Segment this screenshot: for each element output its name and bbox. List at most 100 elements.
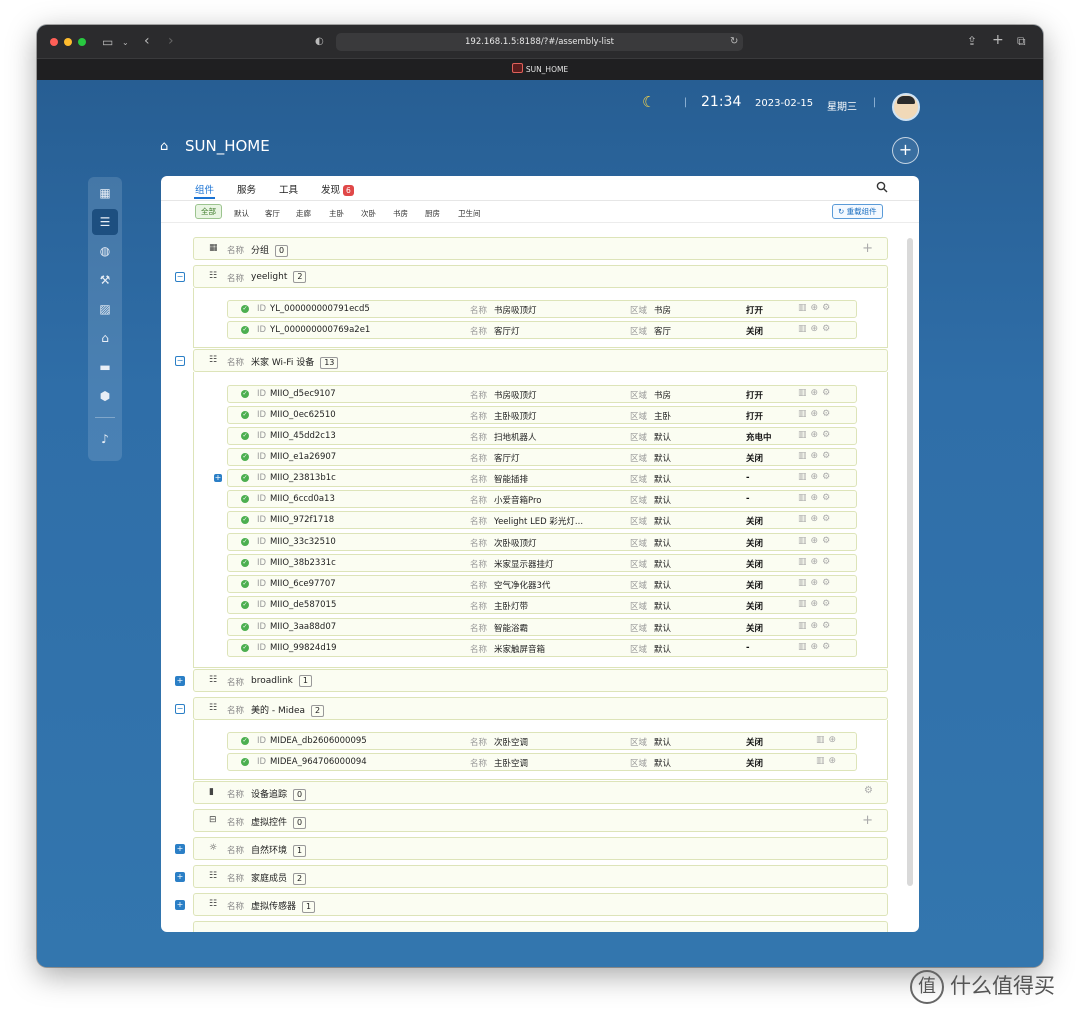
zoom-icon[interactable]: ⊕ bbox=[811, 324, 823, 334]
group-nature[interactable]: ☼ 名称 自然环境 1 bbox=[193, 837, 888, 860]
add-button[interactable]: + bbox=[892, 137, 919, 164]
delete-icon[interactable]: ▥ bbox=[798, 430, 811, 440]
device-row[interactable]: ✓ ID MIDEA_964706000094 名称 主卧空调 区域 默认 关闭 ▥⊕ bbox=[227, 753, 857, 771]
zoom-icon[interactable]: ⊕ bbox=[829, 735, 841, 745]
device-row[interactable]: ✓ ID MIIO_99824d19 名称 米家触屏音箱 区域 默认 - ▥⊕⚙ bbox=[227, 639, 857, 657]
delete-icon[interactable]: ▥ bbox=[816, 735, 829, 745]
privacy-shield-icon[interactable]: ◐ bbox=[315, 36, 324, 48]
settings-icon[interactable]: ⚙ bbox=[822, 451, 834, 461]
delete-icon[interactable]: ▥ bbox=[798, 536, 811, 546]
zoom-icon[interactable]: ⊕ bbox=[829, 756, 841, 766]
group-family-members[interactable]: ☷ 名称 家庭成员 2 bbox=[193, 865, 888, 888]
settings-icon[interactable]: ⚙ bbox=[822, 430, 834, 440]
device-row[interactable]: ✓ ID MIDEA_db2606000095 名称 次卧空调 区域 默认 关闭 ▥⊕ bbox=[227, 732, 857, 750]
device-row[interactable]: ✓ ID MIIO_33c32510 名称 次卧吸顶灯 区域 默认 关闭 ▥⊕⚙ bbox=[227, 533, 857, 551]
settings-icon[interactable]: ⚙ bbox=[822, 514, 834, 524]
delete-icon[interactable]: ▥ bbox=[798, 324, 811, 334]
share-icon[interactable]: ⇪ bbox=[967, 35, 977, 47]
group-device-tracker[interactable]: ▮ 名称 设备追踪 0 ⚙ bbox=[193, 781, 888, 804]
device-row[interactable]: ✓ ID MIIO_3aa88d07 名称 智能浴霸 区域 默认 关闭 ▥⊕⚙ bbox=[227, 618, 857, 636]
group-partial-row[interactable] bbox=[193, 921, 888, 932]
settings-icon[interactable]: ⚙ bbox=[822, 621, 834, 631]
close-window-button[interactable] bbox=[50, 38, 58, 46]
settings-icon[interactable]: ⚙ bbox=[822, 578, 834, 588]
dashboard-icon[interactable]: ▦ bbox=[92, 180, 118, 206]
device-row[interactable]: ✓ ID MIIO_e1a26907 名称 客厅灯 区域 默认 关闭 ▥⊕⚙ bbox=[227, 448, 857, 466]
settings-icon[interactable]: ⚙ bbox=[822, 493, 834, 503]
group-midea[interactable]: ☷ 名称 美的 - Midea 2 bbox=[193, 697, 888, 720]
night-mode-icon[interactable]: ☾ bbox=[642, 93, 655, 111]
expand-icon[interactable]: + bbox=[214, 474, 222, 482]
avatar[interactable] bbox=[892, 93, 920, 121]
settings-icon[interactable]: ⚙ bbox=[822, 472, 834, 482]
settings-icon[interactable]: ⚙ bbox=[822, 557, 834, 567]
delete-icon[interactable]: ▥ bbox=[798, 409, 811, 419]
minimize-window-button[interactable] bbox=[64, 38, 72, 46]
device-row[interactable]: ✓ ID MIIO_45dd2c13 名称 扫地机器人 区域 默认 充电中 ▥⊕⚙ bbox=[227, 427, 857, 445]
back-icon[interactable]: ‹ bbox=[144, 34, 150, 48]
zoom-icon[interactable]: ⊕ bbox=[811, 514, 823, 524]
zoom-icon[interactable]: ⊕ bbox=[811, 578, 823, 588]
delete-icon[interactable]: ▥ bbox=[798, 493, 811, 503]
zoom-icon[interactable]: ⊕ bbox=[811, 472, 823, 482]
zoom-window-button[interactable] bbox=[78, 38, 86, 46]
browser-tab[interactable]: SUN_HOME bbox=[37, 58, 1043, 81]
zoom-icon[interactable]: ⊕ bbox=[811, 409, 823, 419]
device-row[interactable]: ✓ ID MIIO_6ccd0a13 名称 小爱音箱Pro 区域 默认 - ▥⊕⚙ bbox=[227, 490, 857, 508]
collapse-icon[interactable]: − bbox=[175, 704, 185, 714]
hexagon-settings-icon[interactable]: ⬢ bbox=[92, 383, 118, 409]
device-row[interactable]: ✓ ID MIIO_d5ec9107 名称 书房吸顶灯 区域 书房 打开 ▥⊕⚙ bbox=[227, 385, 857, 403]
device-row[interactable]: ✓ ID MIIO_0ec62510 名称 主卧吸顶灯 区域 主卧 打开 ▥⊕⚙ bbox=[227, 406, 857, 424]
zoom-icon[interactable]: ⊕ bbox=[811, 642, 823, 652]
settings-icon[interactable]: ⚙ bbox=[822, 599, 834, 609]
assembly-list-icon[interactable]: ☰ bbox=[92, 209, 118, 235]
address-bar[interactable]: 192.168.1.5:8188/?#/assembly-list bbox=[336, 33, 743, 51]
device-row[interactable]: ✓ ID MIIO_23813b1c 名称 智能插排 区域 默认 - ▥⊕⚙ bbox=[227, 469, 857, 487]
globe-icon[interactable]: ◍ bbox=[92, 238, 118, 264]
delete-icon[interactable]: ▥ bbox=[798, 472, 811, 482]
house-settings-icon[interactable]: ⌂ bbox=[92, 325, 118, 351]
device-row[interactable]: ✓ ID YL_000000000769a2e1 名称 客厅灯 区域 客厅 关闭 ▥⊕⚙ bbox=[227, 321, 857, 339]
group-virtual-sensors[interactable]: ☷ 名称 虚拟传感器 1 bbox=[193, 893, 888, 916]
sidebar-toggle-icon[interactable]: ▭ bbox=[102, 36, 113, 48]
delete-icon[interactable]: ▥ bbox=[816, 756, 829, 766]
settings-icon[interactable]: ⚙ bbox=[864, 785, 873, 796]
expand-icon[interactable]: + bbox=[175, 844, 185, 854]
delete-icon[interactable]: ▥ bbox=[798, 642, 811, 652]
zoom-icon[interactable]: ⊕ bbox=[811, 557, 823, 567]
collapse-icon[interactable]: − bbox=[175, 272, 185, 282]
delete-icon[interactable]: ▥ bbox=[798, 599, 811, 609]
expand-icon[interactable]: + bbox=[175, 872, 185, 882]
zoom-icon[interactable]: ⊕ bbox=[811, 621, 823, 631]
settings-icon[interactable]: ⚙ bbox=[822, 536, 834, 546]
chevron-down-icon[interactable]: ⌄ bbox=[122, 37, 129, 49]
automation-icon[interactable]: ⚒ bbox=[92, 267, 118, 293]
group-yeelight[interactable]: ☷ 名称 yeelight 2 bbox=[193, 265, 888, 288]
device-row[interactable]: ✓ ID YL_000000000791ecd5 名称 书房吸顶灯 区域 书房 打开 ▥⊕⚙ bbox=[227, 300, 857, 318]
zoom-icon[interactable]: ⊕ bbox=[811, 536, 823, 546]
forward-icon[interactable]: › bbox=[168, 34, 174, 48]
image-icon[interactable]: ▨ bbox=[92, 296, 118, 322]
settings-icon[interactable]: ⚙ bbox=[822, 324, 834, 334]
zoom-icon[interactable]: ⊕ bbox=[811, 388, 823, 398]
group-virtual-controls[interactable]: ⊟ 名称 虚拟控件 0 + bbox=[193, 809, 888, 832]
zoom-icon[interactable]: ⊕ bbox=[811, 493, 823, 503]
group-mijia-wifi[interactable]: ☷ 名称 米家 Wi-Fi 设备 13 bbox=[193, 349, 888, 372]
settings-icon[interactable]: ⚙ bbox=[822, 409, 834, 419]
delete-icon[interactable]: ▥ bbox=[798, 578, 811, 588]
tab-overview-icon[interactable]: ⧉ bbox=[1017, 35, 1026, 47]
settings-icon[interactable]: ⚙ bbox=[822, 303, 834, 313]
zoom-icon[interactable]: ⊕ bbox=[811, 303, 823, 313]
delete-icon[interactable]: ▥ bbox=[798, 451, 811, 461]
zoom-icon[interactable]: ⊕ bbox=[811, 451, 823, 461]
delete-icon[interactable]: ▥ bbox=[798, 303, 811, 313]
delete-icon[interactable]: ▥ bbox=[798, 388, 811, 398]
group-assembly-groups[interactable]: ▦ 名称 分组 0 + bbox=[193, 237, 888, 260]
expand-icon[interactable]: + bbox=[175, 676, 185, 686]
collapse-icon[interactable]: − bbox=[175, 356, 185, 366]
device-row[interactable]: ✓ ID MIIO_972f1718 名称 Yeelight LED 彩光灯... 区域默… bbox=[227, 511, 857, 529]
device-row[interactable]: ✓ ID MIIO_38b2331c 名称 米家显示器挂灯 区域 默认 关闭 ▥⊕⚙ bbox=[227, 554, 857, 572]
group-broadlink[interactable]: ☷ 名称 broadlink 1 bbox=[193, 669, 888, 692]
bell-icon[interactable]: ♪ bbox=[92, 426, 118, 452]
device-row[interactable]: ✓ ID MIIO_de587015 名称 主卧灯带 区域 默认 关闭 ▥⊕⚙ bbox=[227, 596, 857, 614]
